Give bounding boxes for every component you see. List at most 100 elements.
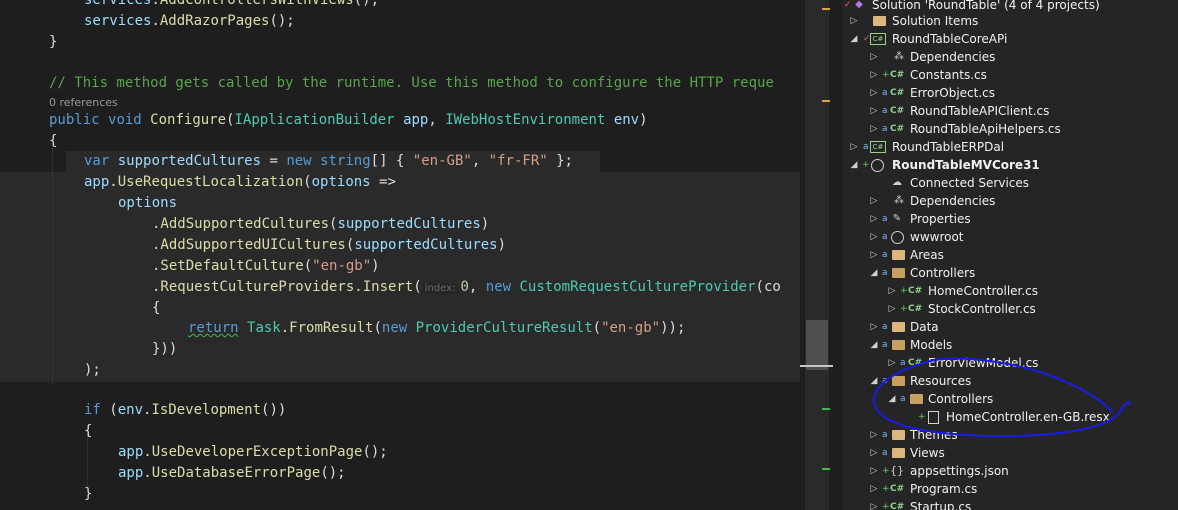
tree-label: RoundTableApiHelpers.cs <box>910 122 1061 136</box>
added-icon: + <box>882 484 890 494</box>
editor-scrollbar-track[interactable] <box>805 0 829 510</box>
tree-node[interactable]: ▷ + C# Program.cs <box>842 480 1178 498</box>
expand-arrow-icon[interactable]: ▷ <box>869 318 879 336</box>
tree-node[interactable]: ◢ a Resources <box>842 372 1178 390</box>
collapse-arrow-icon[interactable]: ◢ <box>849 30 859 48</box>
added-icon: + <box>900 286 908 296</box>
codelens-references[interactable]: 0 references <box>49 95 118 111</box>
token: string <box>320 153 371 169</box>
tree-node[interactable]: ▷ + C# HomeController.cs <box>842 282 1178 300</box>
collapse-arrow-icon[interactable]: ◢ <box>849 156 859 174</box>
expand-arrow-icon[interactable]: ▷ <box>869 48 879 66</box>
code-editor[interactable]: services.AddControllersWithViews(); serv… <box>0 0 800 510</box>
expand-arrow-icon[interactable]: ▷ <box>869 192 879 210</box>
code-line[interactable]: { <box>0 421 800 442</box>
tree-node[interactable]: ▷ + C# Startup.cs <box>842 498 1178 510</box>
expand-arrow-icon[interactable]: ▷ <box>869 102 879 120</box>
lock-icon: a <box>882 376 888 386</box>
code-line[interactable]: ); <box>0 360 800 381</box>
code-line[interactable]: .AddSupportedCultures(supportedCultures) <box>0 214 800 235</box>
editor-scrollbar-thumb[interactable] <box>806 320 828 370</box>
dependencies-icon: ⁂ <box>894 195 904 206</box>
tree-node[interactable]: ▷ + C# Constants.cs <box>842 66 1178 84</box>
tree-node[interactable]: ▷ a C# ErrorViewModel.cs <box>842 354 1178 372</box>
code-line[interactable]: app.UseRequestLocalization(options => <box>0 172 800 193</box>
collapse-arrow-icon[interactable]: ◢ <box>869 336 879 354</box>
code-line[interactable]: var supportedCultures = new string[] { "… <box>0 151 800 172</box>
expand-arrow-icon[interactable]: ▷ <box>887 282 897 300</box>
expand-arrow-icon[interactable]: ▷ <box>869 498 879 510</box>
code-line[interactable]: // This method gets called by the runtim… <box>0 73 800 94</box>
tree-node[interactable]: ▷ a Areas <box>842 246 1178 264</box>
tree-node[interactable]: ▷ + {} appsettings.json <box>842 462 1178 480</box>
code-line[interactable]: .AddSupportedUICultures(supportedCulture… <box>0 235 800 256</box>
expand-arrow-icon[interactable]: ▷ <box>887 300 897 318</box>
token: . <box>151 13 160 29</box>
tree-node[interactable]: ◢ a Controllers <box>842 264 1178 282</box>
code-line[interactable]: })) <box>0 339 800 360</box>
expand-arrow-icon[interactable]: ▷ <box>869 120 879 138</box>
tree-node[interactable]: ▷ a C# RoundTableApiHelpers.cs <box>842 120 1178 138</box>
folder-icon <box>892 430 905 440</box>
tree-label: Views <box>910 446 945 460</box>
solution-explorer[interactable]: ✓ ◆ Solution 'RoundTable' (4 of 4 projec… <box>842 0 1178 510</box>
code-line[interactable]: app.UseDeveloperExceptionPage(); <box>0 442 800 463</box>
tree-node[interactable]: ☁ Connected Services <box>842 174 1178 192</box>
expand-arrow-icon[interactable]: ▷ <box>869 66 879 84</box>
expand-arrow-icon[interactable]: ▷ <box>849 138 859 156</box>
expand-arrow-icon[interactable]: ▷ <box>869 228 879 246</box>
tree-node[interactable]: ▷ a Themes <box>842 426 1178 444</box>
expand-arrow-icon[interactable]: ▷ <box>869 426 879 444</box>
tree-node[interactable]: ▷ ⁂ Dependencies <box>842 192 1178 210</box>
token: })) <box>152 341 178 357</box>
tree-node-startup-project[interactable]: ◢ + RoundTableMVCore31 <box>842 156 1178 174</box>
code-line[interactable]: .SetDefaultCulture("en-gb") <box>0 256 800 277</box>
tree-node[interactable]: ▷ a C# ErrorObject.cs <box>842 84 1178 102</box>
code-line[interactable]: services.AddRazorPages(); <box>0 11 800 32</box>
token: IWebHostEnvironment <box>445 112 606 128</box>
tree-node[interactable]: ◢ a Controllers <box>842 390 1178 408</box>
tree-node[interactable]: ▷ Solution Items <box>842 12 1178 30</box>
code-line[interactable]: options <box>0 193 800 214</box>
code-line[interactable]: app.UseDatabaseErrorPage(); <box>0 463 800 484</box>
collapse-arrow-icon[interactable]: ◢ <box>887 390 897 408</box>
tree-node[interactable]: + HomeController.en-GB.resx <box>842 408 1178 426</box>
added-icon: + <box>862 160 870 170</box>
code-line[interactable]: return Task.FromResult(new ProviderCultu… <box>0 318 800 339</box>
expand-arrow-icon[interactable]: ▷ <box>887 354 897 372</box>
token: options <box>311 174 371 190</box>
tree-node[interactable]: ▷ a wwwroot <box>842 228 1178 246</box>
collapse-arrow-icon[interactable]: ◢ <box>869 264 879 282</box>
code-line[interactable]: services.AddControllersWithViews(); <box>0 0 800 11</box>
tree-node-project[interactable]: ▷ a C# RoundTableERPDal <box>842 138 1178 156</box>
expand-arrow-icon[interactable]: ▷ <box>869 246 879 264</box>
code-line[interactable]: { <box>0 298 800 319</box>
tree-node[interactable]: ▷ + C# StockController.cs <box>842 300 1178 318</box>
code-line[interactable]: } <box>0 484 800 505</box>
tree-node[interactable]: ◢ a Models <box>842 336 1178 354</box>
tree-node[interactable]: ▷ ⁂ Dependencies <box>842 48 1178 66</box>
code-line[interactable]: } <box>0 32 800 53</box>
expand-arrow-icon[interactable]: ▷ <box>869 444 879 462</box>
csharp-file-icon: C# <box>890 502 905 510</box>
tree-node[interactable]: ▷ a Views <box>842 444 1178 462</box>
tree-node[interactable]: ▷ a Data <box>842 318 1178 336</box>
tree-node[interactable]: ▷ a ✎ Properties <box>842 210 1178 228</box>
expand-arrow-icon[interactable]: ▷ <box>869 462 879 480</box>
expand-arrow-icon[interactable]: ▷ <box>849 12 859 30</box>
code-line[interactable]: { <box>0 131 800 152</box>
lock-icon: a <box>863 142 869 152</box>
code-line[interactable]: if (env.IsDevelopment()) <box>0 400 800 421</box>
tree-node[interactable]: ▷ a C# RoundTableAPIClient.cs <box>842 102 1178 120</box>
lock-icon: a <box>882 340 888 350</box>
token: "en-gb" <box>312 258 372 274</box>
collapse-arrow-icon[interactable]: ◢ <box>869 372 879 390</box>
expand-arrow-icon[interactable]: ▷ <box>869 84 879 102</box>
expand-arrow-icon[interactable]: ▷ <box>869 210 879 228</box>
token: IApplicationBuilder <box>234 112 395 128</box>
expand-arrow-icon[interactable]: ▷ <box>869 480 879 498</box>
code-line[interactable]: .RequestCultureProviders.Insert(index: 0,… <box>0 277 800 298</box>
tree-node-project[interactable]: ◢ ✓ C# RoundTableCoreAPi <box>842 30 1178 48</box>
code-line[interactable]: public void Configure(IApplicationBuilde… <box>0 110 800 131</box>
csharp-project-icon: C# <box>870 33 886 45</box>
